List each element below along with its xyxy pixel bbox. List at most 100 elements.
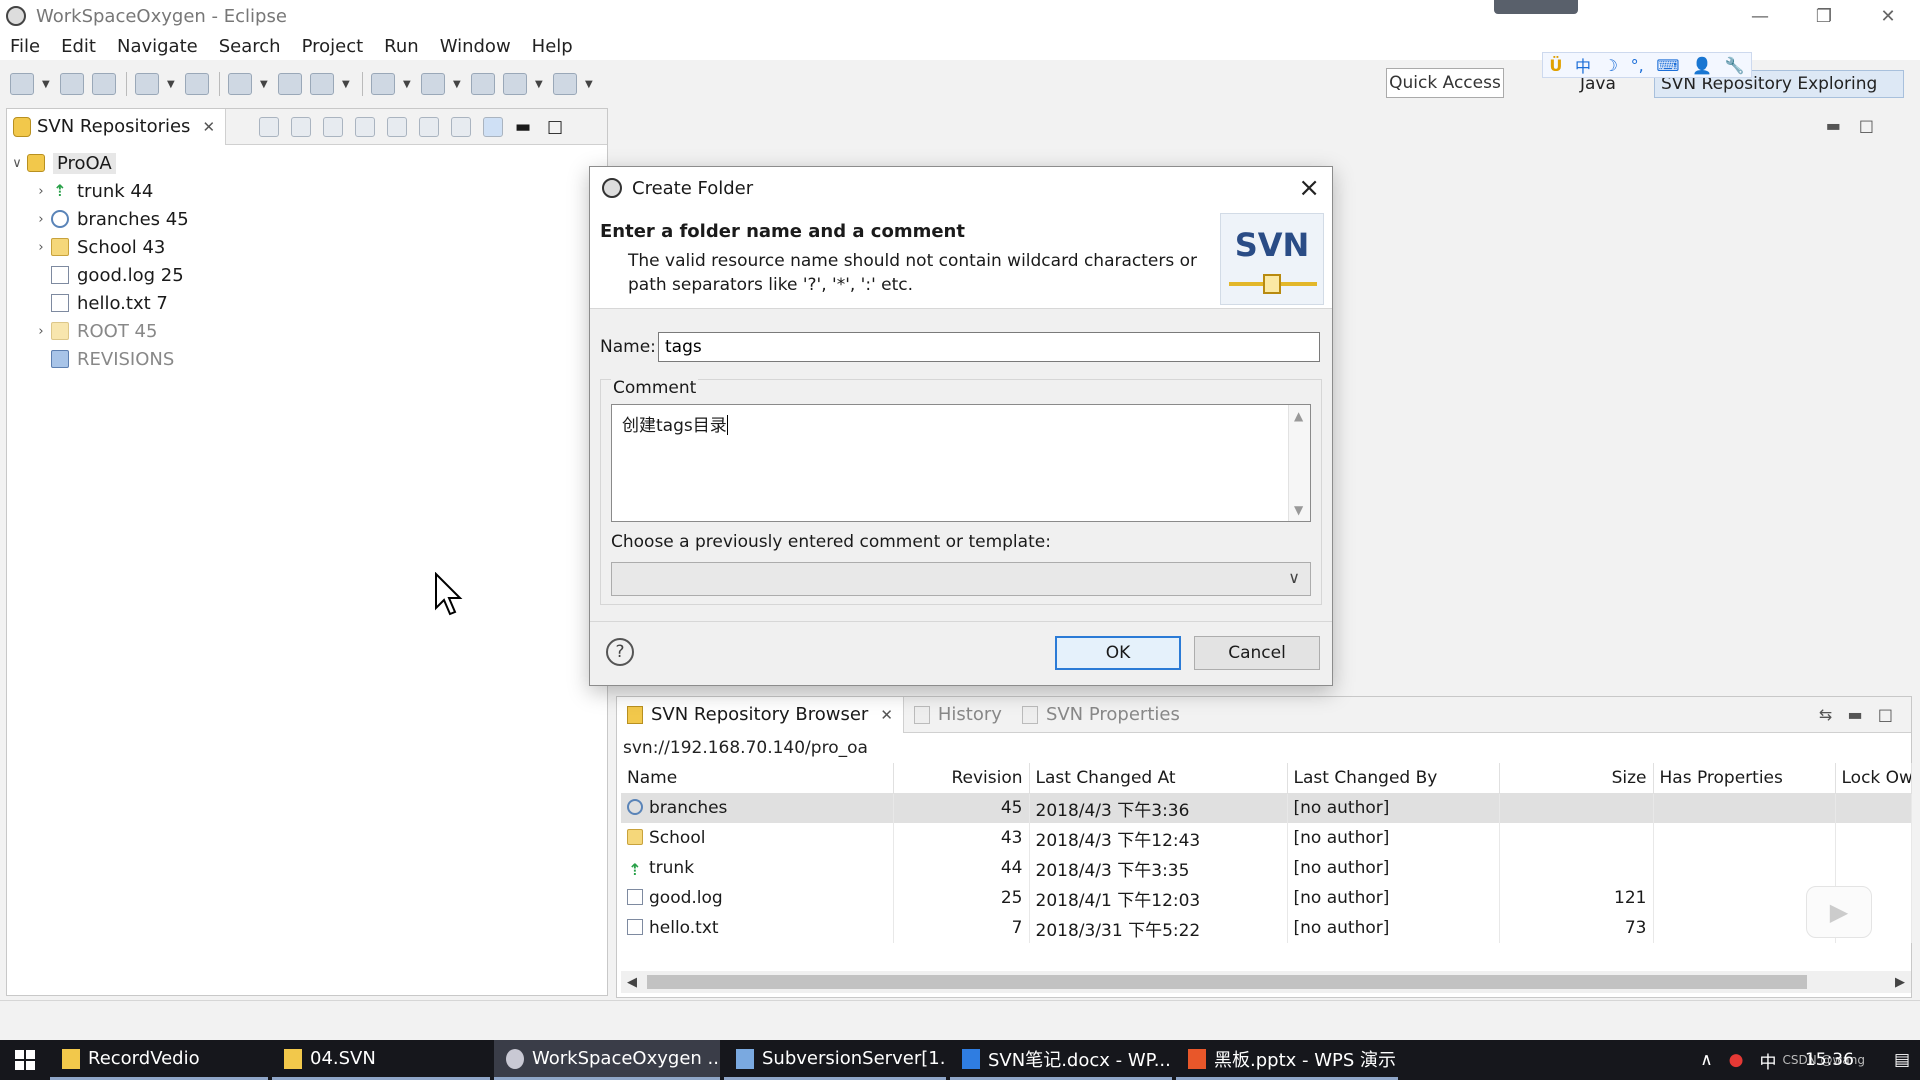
notification-icon[interactable]: ▤ [1894,1050,1910,1070]
editor-area-controls[interactable]: ▬□ [1826,116,1892,135]
wrench-icon[interactable]: 🔧 [1725,56,1745,75]
menu-help[interactable]: Help [532,36,573,57]
menu-navigate[interactable]: Navigate [117,36,198,57]
view-controls[interactable]: ⇆ ▬ □ [1819,705,1893,724]
next-annotation-icon[interactable] [371,73,395,95]
chevron-up-icon[interactable]: ∧ [1700,1050,1712,1070]
taskbar-item-wps-writer[interactable]: SVN笔记.docx - WP... [950,1040,1172,1080]
chevron-right-icon[interactable]: › [31,212,51,227]
taskbar-item-wps-presentation[interactable]: 黑板.pptx - WPS 演示 [1176,1040,1398,1080]
forward-dropdown-icon[interactable]: ▼ [585,73,595,95]
close-window-button[interactable]: ✕ [1856,0,1920,32]
start-button[interactable] [0,1040,50,1080]
quick-access-field[interactable]: Quick Access [1386,68,1504,98]
back-icon[interactable] [503,73,527,95]
ime-moon-icon[interactable]: ☽ [1604,56,1618,75]
chevron-right-icon[interactable]: › [31,184,51,199]
run-dropdown-icon[interactable]: ▼ [260,73,270,95]
taskbar-item-04svn[interactable]: 04.SVN [272,1040,490,1080]
collapse-all-icon[interactable] [387,117,407,137]
close-icon[interactable]: × [1298,173,1320,203]
new-location-icon[interactable] [419,117,439,137]
tray-ime-indicator[interactable]: 中 [1760,1048,1777,1073]
minimize-view-icon[interactable]: ▬ [515,117,535,137]
debug-dropdown-icon[interactable]: ▼ [167,73,177,95]
search-icon[interactable] [310,73,334,95]
taskbar-item-eclipse[interactable]: WorkSpaceOxygen ... [494,1040,720,1080]
prev-annotation-dropdown-icon[interactable]: ▼ [453,73,463,95]
taskbar-item-recordvedio[interactable]: RecordVedio [50,1040,268,1080]
user-icon[interactable]: 👤 [1692,56,1712,75]
menu-search[interactable]: Search [219,36,281,57]
comment-textarea[interactable]: 创建tags目录 ▲ ▼ [611,404,1311,522]
tree-item-good-log[interactable]: good.log 25 [7,261,607,289]
tab-history[interactable]: History [904,697,1012,733]
chevron-down-icon[interactable]: ∨ [1288,568,1300,587]
run-icon[interactable] [228,73,252,95]
tree-item-proOA[interactable]: ∨ ProOA [7,149,607,177]
restore-button[interactable]: ❐ [1792,0,1856,32]
name-input[interactable] [658,332,1320,362]
menu-edit[interactable]: Edit [61,36,96,57]
column-header-name[interactable]: Name [621,763,894,794]
console-icon[interactable] [185,73,209,95]
cancel-button[interactable]: Cancel [1194,636,1320,670]
menu-run[interactable]: Run [384,36,419,57]
tree-item-revisions[interactable]: REVISIONS [7,345,607,373]
home-icon[interactable] [259,117,279,137]
maximize-view-icon[interactable]: □ [547,117,567,137]
back-dropdown-icon[interactable]: ▼ [535,73,545,95]
new-dropdown-icon[interactable]: ▼ [42,73,52,95]
tab-svn-repositories[interactable]: SVN Repositories ✕ [7,108,227,145]
table-row[interactable]: hello.txt 7 2018/3/31 下午5:22 [no author]… [621,913,1912,943]
scrollbar-thumb[interactable] [647,975,1807,989]
back-arrow-icon[interactable] [291,117,311,137]
tab-svn-repository-browser[interactable]: SVN Repository Browser ✕ [617,696,904,733]
help-icon[interactable]: ? [606,638,634,666]
column-header-last-changed-by[interactable]: Last Changed By [1287,763,1500,794]
column-header-lock-owner[interactable]: Lock Own [1835,763,1912,794]
scroll-right-icon[interactable]: ▶ [1895,975,1905,990]
scroll-up-icon[interactable]: ▲ [1294,409,1303,423]
chevron-right-icon[interactable]: › [31,240,51,255]
last-edit-icon[interactable] [471,73,495,95]
clock[interactable]: 15:36 [1805,1050,1854,1070]
tree-item-trunk[interactable]: › ⇡ trunk 44 [7,177,607,205]
new-icon[interactable] [10,73,34,95]
template-select[interactable]: ∨ [611,562,1311,596]
menu-file[interactable]: File [10,36,40,57]
close-icon[interactable]: ✕ [202,118,215,136]
save-all-icon[interactable] [92,73,116,95]
ime-mode-toggle[interactable]: 中 [1575,53,1591,77]
table-row[interactable]: good.log 25 2018/4/1 下午12:03 [no author]… [621,883,1912,913]
tray-app-icon[interactable]: ● [1729,1050,1744,1070]
prev-annotation-icon[interactable] [421,73,445,95]
chevron-right-icon[interactable]: › [31,324,51,339]
refresh-icon[interactable] [355,117,375,137]
column-header-last-changed-at[interactable]: Last Changed At [1029,763,1288,794]
link-editor-icon[interactable] [483,117,503,137]
ime-punct-toggle[interactable]: °, [1631,56,1644,75]
forward-arrow-icon[interactable] [323,117,343,137]
search-dropdown-icon[interactable]: ▼ [342,73,352,95]
forward-icon[interactable] [553,73,577,95]
save-icon[interactable] [60,73,84,95]
column-header-size[interactable]: Size [1499,763,1654,794]
tree-item-hello-txt[interactable]: hello.txt 7 [7,289,607,317]
menu-project[interactable]: Project [302,36,364,57]
table-row[interactable]: School 43 2018/4/3 下午12:43 [no author] [621,823,1912,853]
tree-item-branches[interactable]: › branches 45 [7,205,607,233]
keyboard-icon[interactable]: ⌨ [1656,56,1679,75]
debug-icon[interactable] [135,73,159,95]
close-icon[interactable]: ✕ [880,706,893,724]
table-row[interactable]: branches 45 2018/4/3 下午3:36 [no author] [621,793,1912,823]
tab-svn-properties[interactable]: SVN Properties [1012,697,1190,733]
tree-item-school[interactable]: › School 43 [7,233,607,261]
scroll-left-icon[interactable]: ◀ [627,975,637,990]
ok-button[interactable]: OK [1055,636,1181,670]
tree-item-root[interactable]: › ROOT 45 [7,317,607,345]
next-annotation-dropdown-icon[interactable]: ▼ [403,73,413,95]
add-folder-icon[interactable] [451,117,471,137]
open-icon[interactable] [278,73,302,95]
taskbar-item-subversionserver[interactable]: SubversionServer[1... [724,1040,946,1080]
